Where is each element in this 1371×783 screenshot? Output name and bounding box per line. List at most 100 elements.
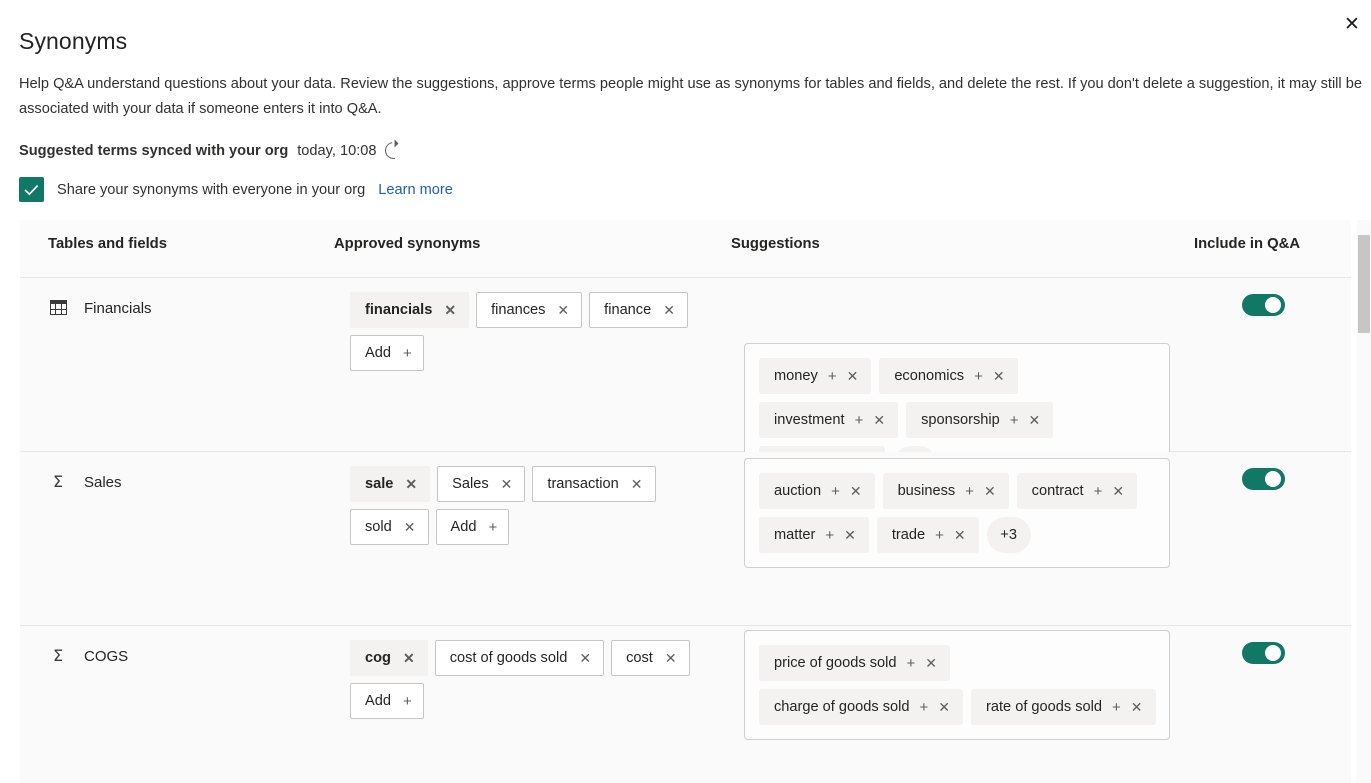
approve-icon[interactable]: + <box>907 656 916 671</box>
approve-icon[interactable]: + <box>1112 700 1121 715</box>
reject-icon[interactable]: ✕ <box>1131 700 1143 714</box>
suggestion-chip[interactable]: charge of goods sold + ✕ <box>759 689 963 725</box>
suggestion-label: price of goods sold <box>774 655 897 671</box>
suggestion-chip[interactable]: matter + ✕ <box>759 517 869 553</box>
approved-chip[interactable]: Sales ✕ <box>437 466 526 502</box>
page-description: Help Q&A understand questions about your… <box>19 76 1362 117</box>
close-icon[interactable]: ✕ <box>1336 8 1368 40</box>
suggestion-label: charge of goods sold <box>774 699 910 715</box>
more-suggestions-pill[interactable]: +3 <box>986 517 1031 553</box>
approve-icon[interactable]: + <box>935 528 944 543</box>
learn-more-link[interactable]: Learn more <box>378 182 453 198</box>
table-header-row: Tables and fields Approved synonyms Sugg… <box>20 220 1351 278</box>
reject-icon[interactable]: ✕ <box>844 528 856 542</box>
remove-icon[interactable]: ✕ <box>663 303 675 317</box>
approve-icon[interactable]: + <box>965 484 974 499</box>
reject-icon[interactable]: ✕ <box>847 369 859 383</box>
suggestion-chip[interactable]: money + ✕ <box>759 358 872 394</box>
approve-icon[interactable]: + <box>1010 413 1019 428</box>
suggestion-chip[interactable]: trade + ✕ <box>876 517 979 553</box>
suggestion-label: business <box>897 483 956 499</box>
suggestions-cell: auction + ✕ business + ✕ contract + ✕ ma… <box>744 452 1170 568</box>
suggestion-chip[interactable]: auction + ✕ <box>759 473 875 509</box>
table-icon <box>48 300 68 315</box>
reject-icon[interactable]: ✕ <box>925 656 937 670</box>
remove-icon[interactable]: ✕ <box>403 651 415 665</box>
approved-chip-label: cog <box>365 650 391 666</box>
add-synonym-button[interactable]: Add + <box>435 509 510 545</box>
vertical-scrollbar[interactable] <box>1357 220 1371 783</box>
add-label: Add <box>450 519 477 535</box>
suggestions-box: price of goods sold + ✕ charge of goods … <box>744 630 1170 740</box>
suggestion-chip[interactable]: price of goods sold + ✕ <box>759 645 951 681</box>
approved-chip[interactable]: cost of goods sold ✕ <box>434 640 605 676</box>
add-synonym-button[interactable]: Add + <box>350 683 424 719</box>
reject-icon[interactable]: ✕ <box>993 369 1005 383</box>
share-synonyms-checkbox[interactable] <box>19 177 44 202</box>
remove-icon[interactable]: ✕ <box>444 303 456 317</box>
remove-icon[interactable]: ✕ <box>579 651 591 665</box>
column-header-tables-and-fields: Tables and fields <box>48 236 167 252</box>
approved-chip[interactable]: finances ✕ <box>476 292 583 328</box>
suggestion-chip[interactable]: economics + ✕ <box>879 358 1018 394</box>
approve-icon[interactable]: + <box>920 700 929 715</box>
synonyms-table: Tables and fields Approved synonyms Sugg… <box>20 220 1351 783</box>
suggestion-chip[interactable]: rate of goods sold + ✕ <box>971 689 1156 725</box>
reject-icon[interactable]: ✕ <box>1029 413 1041 427</box>
remove-icon[interactable]: ✕ <box>501 477 513 491</box>
add-synonym-button[interactable]: Add + <box>350 335 424 371</box>
approve-icon[interactable]: + <box>831 484 840 499</box>
sigma-icon: Σ <box>52 472 64 491</box>
reject-icon[interactable]: ✕ <box>984 484 996 498</box>
reject-icon[interactable]: ✕ <box>850 484 862 498</box>
approved-chip[interactable]: sold ✕ <box>350 509 429 545</box>
reject-icon[interactable]: ✕ <box>1112 484 1124 498</box>
include-in-qa-toggle[interactable] <box>1242 642 1285 664</box>
table-row: Σ Sales sale ✕ Sales ✕ transaction ✕ sol… <box>20 452 1351 626</box>
approved-chip-label: transaction <box>547 476 619 492</box>
field-cell: Σ COGS <box>48 626 330 783</box>
approve-icon[interactable]: + <box>855 413 864 428</box>
approve-icon[interactable]: + <box>1094 484 1103 499</box>
share-synonyms-label: Share your synonyms with everyone in you… <box>57 181 366 198</box>
suggestion-chip[interactable]: sponsorship + ✕ <box>906 402 1054 438</box>
approve-icon[interactable]: + <box>974 369 983 384</box>
include-in-qa-cell <box>1242 452 1351 490</box>
approved-synonyms-cell: cog ✕ cost of goods sold ✕ cost ✕ Add + <box>350 626 730 719</box>
remove-icon[interactable]: ✕ <box>404 520 416 534</box>
reject-icon[interactable]: ✕ <box>938 700 950 714</box>
reject-icon[interactable]: ✕ <box>954 528 966 542</box>
include-in-qa-toggle[interactable] <box>1242 468 1285 490</box>
reject-icon[interactable]: ✕ <box>873 413 885 427</box>
approved-chip[interactable]: cog ✕ <box>350 640 428 676</box>
suggestion-label: economics <box>894 368 965 384</box>
remove-icon[interactable]: ✕ <box>557 303 569 317</box>
approved-chip-label: cost <box>626 650 653 666</box>
toggle-knob <box>1265 471 1281 487</box>
approved-chip[interactable]: transaction ✕ <box>532 466 656 502</box>
approved-chip-label: finances <box>491 302 546 318</box>
suggestion-chip[interactable]: contract + ✕ <box>1016 473 1138 509</box>
approved-chip[interactable]: finance ✕ <box>589 292 688 328</box>
include-in-qa-cell <box>1242 278 1351 316</box>
suggestion-chip[interactable]: business + ✕ <box>882 473 1009 509</box>
include-in-qa-toggle[interactable] <box>1242 294 1285 316</box>
field-cell: Financials <box>48 278 330 451</box>
approved-chip[interactable]: financials ✕ <box>350 292 470 328</box>
suggestion-label: matter <box>774 527 816 543</box>
approved-chip[interactable]: sale ✕ <box>350 466 431 502</box>
remove-icon[interactable]: ✕ <box>631 477 643 491</box>
column-header-approved-synonyms: Approved synonyms <box>334 236 481 252</box>
approve-icon[interactable]: + <box>825 528 834 543</box>
field-name: Financials <box>84 300 152 317</box>
remove-icon[interactable]: ✕ <box>405 477 417 491</box>
scrollbar-thumb[interactable] <box>1358 235 1370 333</box>
remove-icon[interactable]: ✕ <box>665 651 677 665</box>
plus-icon: + <box>488 518 498 536</box>
suggestion-chip[interactable]: investment + ✕ <box>759 402 899 438</box>
suggestion-label: rate of goods sold <box>986 699 1103 715</box>
add-label: Add <box>365 345 391 361</box>
approved-chip[interactable]: cost ✕ <box>611 640 690 676</box>
approved-chip-label: sold <box>365 519 392 535</box>
approve-icon[interactable]: + <box>828 369 837 384</box>
